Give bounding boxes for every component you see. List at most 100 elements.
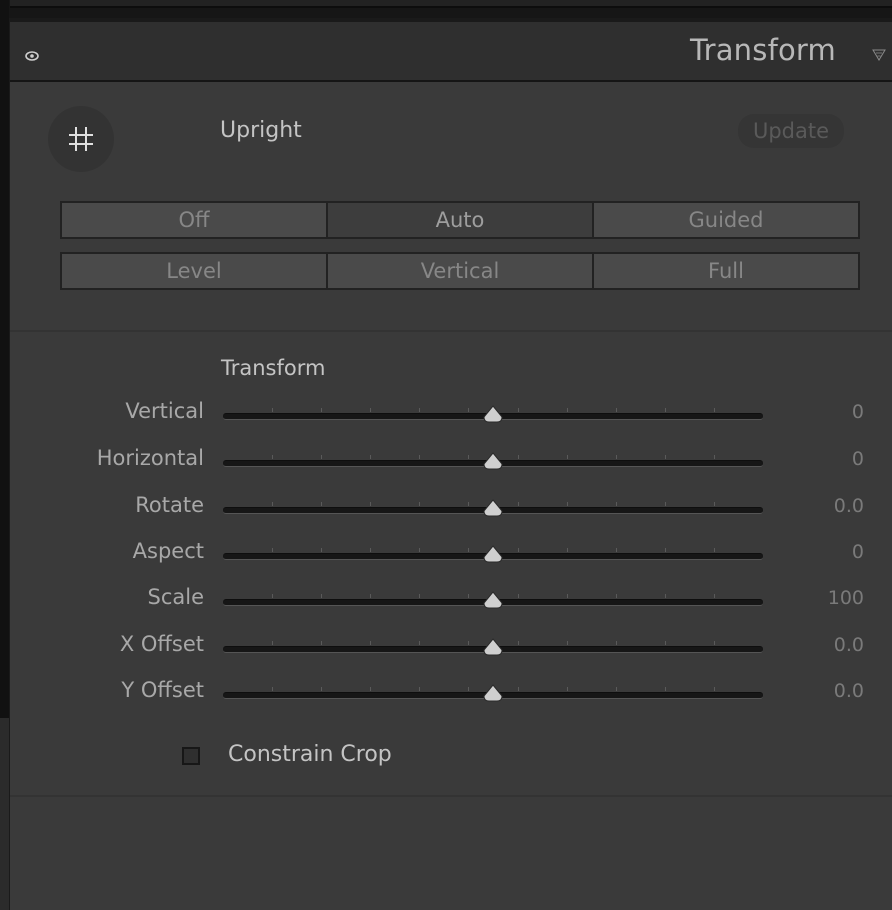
upright-label: Upright: [220, 118, 302, 143]
mode-full-button[interactable]: Full: [592, 252, 860, 290]
slider-y-offset: Y Offset 0.0: [10, 678, 892, 708]
slider-tick: [567, 641, 568, 645]
slider-thumb[interactable]: [482, 499, 504, 517]
slider-tick: [370, 455, 371, 459]
crop-grid-icon: [69, 127, 93, 151]
slider-tick: [419, 455, 420, 459]
slider-value[interactable]: 0: [852, 448, 864, 470]
transform-section-title: Transform: [221, 356, 326, 380]
slider-tick: [419, 548, 420, 552]
slider-tick: [272, 408, 273, 412]
section-divider: [10, 330, 892, 332]
mode-vertical-button[interactable]: Vertical: [326, 252, 594, 290]
slider-value[interactable]: 0: [852, 401, 864, 423]
constrain-crop-checkbox[interactable]: [182, 747, 200, 765]
slider-tick: [616, 594, 617, 598]
constrain-crop-label: Constrain Crop: [228, 742, 392, 767]
slider-tick: [665, 548, 666, 552]
mode-guided-button[interactable]: Guided: [592, 201, 860, 239]
slider-track[interactable]: [223, 591, 763, 609]
slider-rotate: Rotate 0.0: [10, 493, 892, 523]
crop-tool-button[interactable]: [48, 106, 114, 172]
slider-tick: [714, 408, 715, 412]
slider-tick: [567, 687, 568, 691]
slider-tick: [272, 594, 273, 598]
slider-label: Rotate: [135, 493, 204, 517]
slider-tick: [370, 548, 371, 552]
mode-level-button[interactable]: Level: [60, 252, 328, 290]
slider-tick: [419, 502, 420, 506]
slider-value[interactable]: 0.0: [834, 634, 864, 656]
left-edge-lower: [0, 718, 9, 910]
slider-thumb[interactable]: [482, 405, 504, 423]
eye-icon[interactable]: [25, 46, 39, 61]
slider-tick: [665, 687, 666, 691]
panel-title: Transform: [689, 33, 836, 67]
slider-track[interactable]: [223, 684, 763, 702]
slider-tick: [665, 641, 666, 645]
slider-tick: [468, 455, 469, 459]
panel-header[interactable]: Transform: [10, 22, 892, 82]
triangle-down-icon[interactable]: [872, 46, 886, 61]
slider-tick: [272, 455, 273, 459]
slider-value[interactable]: 0.0: [834, 495, 864, 517]
slider-tick: [567, 594, 568, 598]
slider-track[interactable]: [223, 405, 763, 423]
slider-track[interactable]: [223, 545, 763, 563]
slider-label: Scale: [147, 585, 205, 609]
slider-tick: [714, 455, 715, 459]
slider-tick: [468, 594, 469, 598]
slider-thumb[interactable]: [482, 591, 504, 609]
slider-tick: [272, 548, 273, 552]
slider-thumb[interactable]: [482, 684, 504, 702]
slider-tick: [321, 687, 322, 691]
mode-auto-button[interactable]: Auto: [326, 201, 594, 239]
slider-tick: [419, 408, 420, 412]
slider-tick: [616, 641, 617, 645]
slider-label: X Offset: [119, 632, 204, 656]
slider-tick: [616, 502, 617, 506]
slider-tick: [468, 408, 469, 412]
slider-scale: Scale 100: [10, 585, 892, 615]
slider-tick: [468, 502, 469, 506]
slider-value[interactable]: 0.0: [834, 680, 864, 702]
slider-tick: [616, 687, 617, 691]
slider-tick: [616, 455, 617, 459]
mode-off-button[interactable]: Off: [60, 201, 328, 239]
slider-tick: [665, 594, 666, 598]
slider-tick: [518, 641, 519, 645]
slider-thumb[interactable]: [482, 545, 504, 563]
slider-value[interactable]: 100: [828, 587, 864, 609]
upright-modes-row-1: Off Auto Guided: [60, 201, 860, 239]
slider-track[interactable]: [223, 499, 763, 517]
slider-tick: [370, 502, 371, 506]
slider-track[interactable]: [223, 452, 763, 470]
slider-tick: [468, 687, 469, 691]
slider-track[interactable]: [223, 638, 763, 656]
slider-thumb[interactable]: [482, 638, 504, 656]
slider-tick: [665, 502, 666, 506]
upright-modes-row-2: Level Vertical Full: [60, 252, 860, 290]
transform-panel: Upright Update Off Auto Guided Level Ver…: [10, 82, 892, 910]
slider-tick: [714, 594, 715, 598]
slider-value[interactable]: 0: [852, 541, 864, 563]
slider-tick: [321, 548, 322, 552]
slider-tick: [419, 594, 420, 598]
slider-thumb[interactable]: [482, 452, 504, 470]
slider-tick: [272, 641, 273, 645]
slider-tick: [518, 687, 519, 691]
slider-tick: [272, 502, 273, 506]
slider-tick: [370, 594, 371, 598]
update-button[interactable]: Update: [738, 114, 844, 148]
slider-tick: [567, 502, 568, 506]
slider-tick: [714, 641, 715, 645]
slider-tick: [370, 641, 371, 645]
slider-tick: [714, 502, 715, 506]
slider-tick: [419, 687, 420, 691]
slider-tick: [419, 641, 420, 645]
section-divider-bottom: [10, 795, 892, 797]
slider-tick: [714, 548, 715, 552]
slider-tick: [468, 548, 469, 552]
slider-tick: [321, 594, 322, 598]
slider-tick: [370, 408, 371, 412]
